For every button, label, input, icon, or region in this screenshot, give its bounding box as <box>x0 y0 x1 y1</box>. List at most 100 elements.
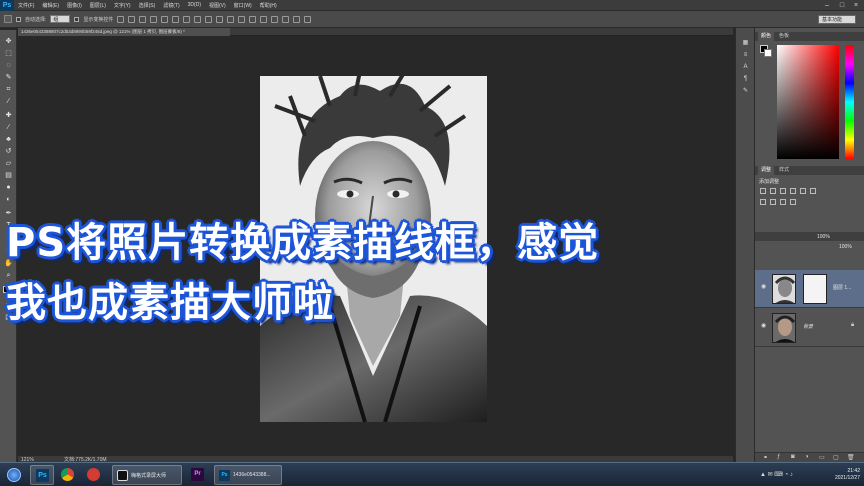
auto-select-dropdown[interactable]: 组 <box>50 15 71 23</box>
system-clock[interactable]: 21:42 2021/12/27 <box>835 468 860 482</box>
history-brush-tool-icon[interactable]: ↺ <box>4 148 13 155</box>
align-top-icon[interactable] <box>117 15 125 23</box>
document-tab[interactable]: 1436e0543388807c2d53d8990b59f245d.jpeg @… <box>18 28 230 36</box>
menu-select[interactable]: 选择(S) <box>135 2 160 9</box>
channel-mixer-icon[interactable] <box>790 199 796 205</box>
menu-view[interactable]: 视图(V) <box>205 2 230 9</box>
levels-icon[interactable] <box>770 188 776 194</box>
shape-tool-icon[interactable]: ■ <box>4 246 13 253</box>
3d-roll-icon[interactable] <box>271 15 279 23</box>
hue-saturation-icon[interactable] <box>810 188 816 194</box>
new-group-icon[interactable]: ▭ <box>819 454 825 461</box>
start-button[interactable] <box>3 465 27 485</box>
zoom-tool-icon[interactable]: ⌕ <box>4 272 13 279</box>
menu-3d[interactable]: 3D(D) <box>184 2 205 8</box>
distribute-left-icon[interactable] <box>216 15 224 23</box>
layer-row[interactable]: ◉ 背景 🔒︎ <box>755 309 864 347</box>
quick-select-tool-icon[interactable]: ✎ <box>4 74 13 81</box>
dodge-tool-icon[interactable]: ◐ <box>4 196 13 203</box>
move-tool-preset-icon[interactable] <box>4 15 12 23</box>
brush-tool-icon[interactable]: ∕ <box>4 124 13 131</box>
layer-row[interactable]: ◉ 图层 1... <box>755 270 864 308</box>
quick-mask-icon[interactable]: ◘ <box>4 302 13 309</box>
path-select-tool-icon[interactable]: ➤ <box>4 234 13 241</box>
eraser-tool-icon[interactable]: ▱ <box>4 160 13 167</box>
3d-drag-icon[interactable] <box>282 15 290 23</box>
pen-tool-icon[interactable]: ✒ <box>4 210 13 217</box>
align-right-icon[interactable] <box>172 15 180 23</box>
distribute-top-icon[interactable] <box>183 15 191 23</box>
menu-edit[interactable]: 编辑(E) <box>38 2 63 9</box>
screen-mode-icon[interactable]: ▣ <box>4 314 13 321</box>
eyedropper-tool-icon[interactable]: ⁄ <box>4 98 13 105</box>
3d-scale-icon[interactable] <box>304 15 312 23</box>
trash-icon[interactable]: 🗑︎ <box>847 454 855 461</box>
healing-brush-tool-icon[interactable]: ✚ <box>4 112 13 119</box>
crop-tool-icon[interactable]: ⌗ <box>4 86 13 93</box>
distribute-middle-icon[interactable] <box>194 15 202 23</box>
tab-swatches[interactable]: 色板 <box>776 32 792 41</box>
link-layers-icon[interactable]: ⚭ <box>763 454 768 461</box>
visibility-eye-icon[interactable]: ◉ <box>761 323 768 329</box>
document-image[interactable] <box>260 76 487 422</box>
new-layer-icon[interactable]: ▢ <box>833 454 839 461</box>
lasso-tool-icon[interactable]: ◌ <box>4 62 13 69</box>
auto-select-checkbox[interactable] <box>16 16 21 22</box>
history-panel-icon[interactable]: ▦ <box>741 40 750 47</box>
align-bottom-icon[interactable] <box>139 15 147 23</box>
distribute-center-icon[interactable] <box>227 15 235 23</box>
opacity-value[interactable]: 100% <box>817 234 830 240</box>
show-transform-checkbox[interactable] <box>74 16 80 22</box>
auto-align-icon[interactable] <box>249 15 257 23</box>
new-adjustment-icon[interactable]: ◑ <box>805 454 809 460</box>
clone-stamp-tool-icon[interactable]: ♣ <box>4 136 13 143</box>
move-tool-icon[interactable]: ✥ <box>4 38 13 45</box>
tab-adjustments[interactable]: 调整 <box>758 166 775 175</box>
brightness-icon[interactable] <box>760 188 766 194</box>
color-balance-icon[interactable] <box>760 199 766 205</box>
workspace-dropdown[interactable]: 基本功能 <box>818 15 856 24</box>
gradient-tool-icon[interactable]: ▤ <box>4 172 13 179</box>
menu-window[interactable]: 窗口(W) <box>230 2 256 9</box>
3d-rotate-icon[interactable] <box>260 15 268 23</box>
taskbar-photoshop[interactable]: Ps <box>30 465 54 485</box>
properties-panel-icon[interactable]: ≡ <box>741 52 750 59</box>
vibrance-icon[interactable] <box>800 188 806 194</box>
fill-value[interactable]: 100% <box>839 244 852 250</box>
distribute-right-icon[interactable] <box>238 15 246 23</box>
background-swatch[interactable] <box>764 49 772 57</box>
hue-slider[interactable] <box>845 45 854 159</box>
minimize-button[interactable]: – <box>820 0 834 11</box>
visibility-eye-icon[interactable]: ◉ <box>761 284 768 290</box>
menu-type[interactable]: 文字(Y) <box>110 2 135 9</box>
align-left-icon[interactable] <box>150 15 158 23</box>
color-picker-field[interactable] <box>777 45 839 159</box>
align-middle-icon[interactable] <box>128 15 136 23</box>
black-white-icon[interactable] <box>770 199 776 205</box>
exposure-icon[interactable] <box>790 188 796 194</box>
distribute-bottom-icon[interactable] <box>205 15 213 23</box>
menu-image[interactable]: 图像(I) <box>63 2 86 9</box>
menu-layer[interactable]: 图层(L) <box>86 2 110 9</box>
tray-icons[interactable]: ▲ ✉ ⌨ ◔ ♪ <box>760 471 793 478</box>
marquee-tool-icon[interactable]: ⬚ <box>4 50 13 57</box>
brush-panel-icon[interactable]: ✎ <box>741 88 750 95</box>
paragraph-panel-icon[interactable]: ¶ <box>741 76 750 83</box>
photo-filter-icon[interactable] <box>780 199 786 205</box>
curves-icon[interactable] <box>780 188 786 194</box>
3d-slide-icon[interactable] <box>293 15 301 23</box>
maximize-button[interactable]: □ <box>835 0 849 11</box>
add-mask-icon[interactable]: ◙ <box>791 454 795 460</box>
align-center-icon[interactable] <box>161 15 169 23</box>
fx-icon[interactable]: ƒ <box>777 454 780 460</box>
character-panel-icon[interactable]: A <box>741 64 750 71</box>
layer-mask-thumbnail[interactable] <box>803 274 827 304</box>
blur-tool-icon[interactable]: ● <box>4 184 13 191</box>
menu-filter[interactable]: 滤镜(T) <box>159 2 183 9</box>
tab-styles[interactable]: 样式 <box>776 166 792 175</box>
menu-help[interactable]: 帮助(H) <box>256 2 281 9</box>
tab-color[interactable]: 颜色 <box>758 32 775 41</box>
menu-file[interactable]: 文件(F) <box>14 2 38 9</box>
taskbar-screen-recorder[interactable]: 嗨格式录屏大师 <box>112 465 182 485</box>
taskbar-photoshop-document[interactable]: Ps 1436e0543388... <box>214 465 282 485</box>
